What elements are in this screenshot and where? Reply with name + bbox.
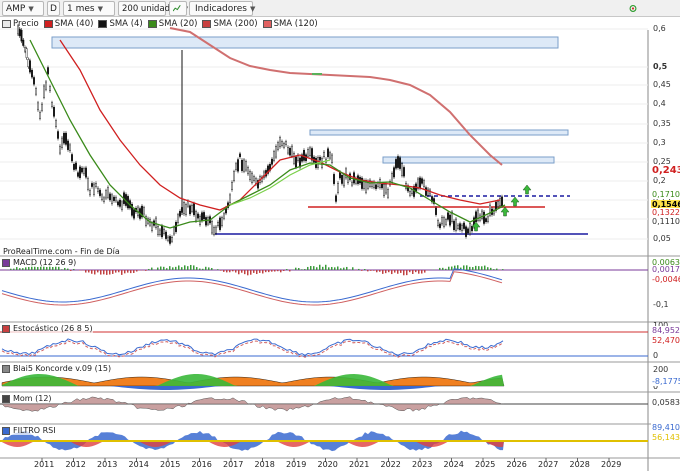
legend-label: SMA (20) [158,18,198,29]
year-label: 2017 [223,460,244,469]
year-label: 2028 [569,460,590,469]
legend-swatch [262,19,272,28]
year-label: 2013 [97,460,118,469]
legend-label: SMA (4) [109,18,143,29]
panel-value-tag: 0,0017 [651,265,680,274]
price-axis-tick: 0,45 [653,80,671,89]
period-label: 1 mes [67,3,95,14]
symbol-label: AMP [6,3,26,14]
legend-label: SMA (40) [54,18,94,29]
price-chart[interactable] [0,17,680,471]
price-axis-tick: 0,4 [653,99,666,108]
panel-value-tag: 52,470 [651,336,680,345]
resistance-zone [51,36,559,49]
legend-item[interactable]: SMA (4) [98,18,143,29]
price-tag: 0,243 [651,165,680,176]
year-label: 2022 [380,460,401,469]
panel-value-tag: -8,1775 [651,377,680,386]
panel-title: Blai5 Koncorde v.09 (15) [13,364,112,373]
price-tag: 0,1322 [651,208,680,217]
legend-item[interactable]: SMA (40) [43,18,94,29]
legend-swatch [147,19,157,28]
panel-label[interactable]: MACD (12 26 9) [2,258,77,267]
chevron-down-icon: ▼ [97,4,103,13]
indicators-label: Indicadores [195,3,247,14]
toolbar: AMP▼ D 1 mes▼ 200 unidades▼ Indicadores▼ [0,0,680,17]
panel-value-tag: 0,0583 [651,398,680,407]
panel-swatch [2,258,10,267]
price-axis-tick: 0,3 [653,138,666,147]
year-label: 2018 [254,460,275,469]
legend-swatch [98,19,108,28]
panel-swatch [2,394,10,403]
chart-type-label: D [50,3,57,14]
price-tag: 0,1110 [651,217,680,226]
chart-style-button[interactable] [169,1,187,16]
panel-title: MACD (12 26 9) [13,258,77,267]
chevron-down-icon: ▼ [28,4,34,13]
legend-swatch [43,19,53,28]
legend-item[interactable]: SMA (200) [202,18,258,29]
legend-item[interactable]: Precio [2,19,39,29]
chart-legend: Precio SMA (40) SMA (4) SMA (20) SMA (200) SM… [0,17,318,30]
chart-line-icon [173,4,181,12]
panel-swatch [2,324,10,333]
price-axis-tick: 0,2 [653,176,666,185]
panel-axis-tick: 0 [653,351,659,360]
price-axis-tick: 0,6 [653,24,666,33]
panel-label[interactable]: Mom (12) [2,394,52,403]
symbol-selector[interactable]: AMP ▼ [2,1,44,16]
legend-item[interactable]: SMA (20) [147,18,198,29]
year-label: 2019 [286,460,307,469]
price-axis-tick: 0,5 [653,62,668,71]
year-label: 2011 [34,460,55,469]
legend-item[interactable]: SMA (120) [262,18,318,29]
legend-label: SMA (200) [213,18,258,29]
year-label: 2023 [412,460,433,469]
chart-type-button[interactable]: D [47,1,60,16]
panel-axis-tick: 200 [653,365,669,374]
panel-axis-tick: -0,1 [653,300,669,309]
year-label: 2027 [538,460,559,469]
panel-value-tag: 89,410 [651,423,680,432]
units-selector[interactable]: 200 unidades▼ [118,1,188,16]
panel-swatch [2,426,10,435]
panel-value-tag: -0,0046 [651,275,680,284]
resistance-zone [309,129,569,136]
period-selector[interactable]: 1 mes ▼ [63,1,115,16]
refresh-icon [629,5,637,12]
panel-value-tag: 56,143 [651,433,680,442]
year-label: 2024 [443,460,464,469]
panel-swatch [2,364,10,373]
panel-label[interactable]: FILTRO RSI [2,426,56,435]
source-label: ProRealTime.com - Fin de Día [3,247,120,256]
chevron-down-icon: ▼ [249,4,256,13]
year-label: 2020 [317,460,338,469]
year-label: 2026 [506,460,527,469]
panel-title: FILTRO RSI [13,426,56,435]
year-label: 2021 [349,460,370,469]
year-label: 2014 [128,460,149,469]
year-label: 2016 [191,460,212,469]
indicators-button[interactable]: Indicadores ▼ [189,1,256,16]
panel-label[interactable]: Blai5 Koncorde v.09 (15) [2,364,112,373]
year-label: 2012 [65,460,86,469]
year-label: 2025 [475,460,496,469]
panel-value-tag: 84,952 [651,326,680,335]
panel-title: Estocástico (26 8 5) [13,324,93,333]
legend-swatch [202,19,212,28]
price-axis-tick: 0,05 [653,234,671,243]
price-axis-tick: 0,35 [653,119,671,128]
legend-label: Precio [13,18,39,29]
year-label: 2015 [160,460,181,469]
year-label: 2029 [601,460,622,469]
panel-title: Mom (12) [13,394,52,403]
price-tag: 0,1710 [651,190,680,199]
legend-swatch [2,19,11,28]
panel-label[interactable]: Estocástico (26 8 5) [2,324,93,333]
resistance-zone [382,156,555,164]
legend-label: SMA (120) [273,18,318,29]
refresh-button[interactable] [626,1,642,16]
